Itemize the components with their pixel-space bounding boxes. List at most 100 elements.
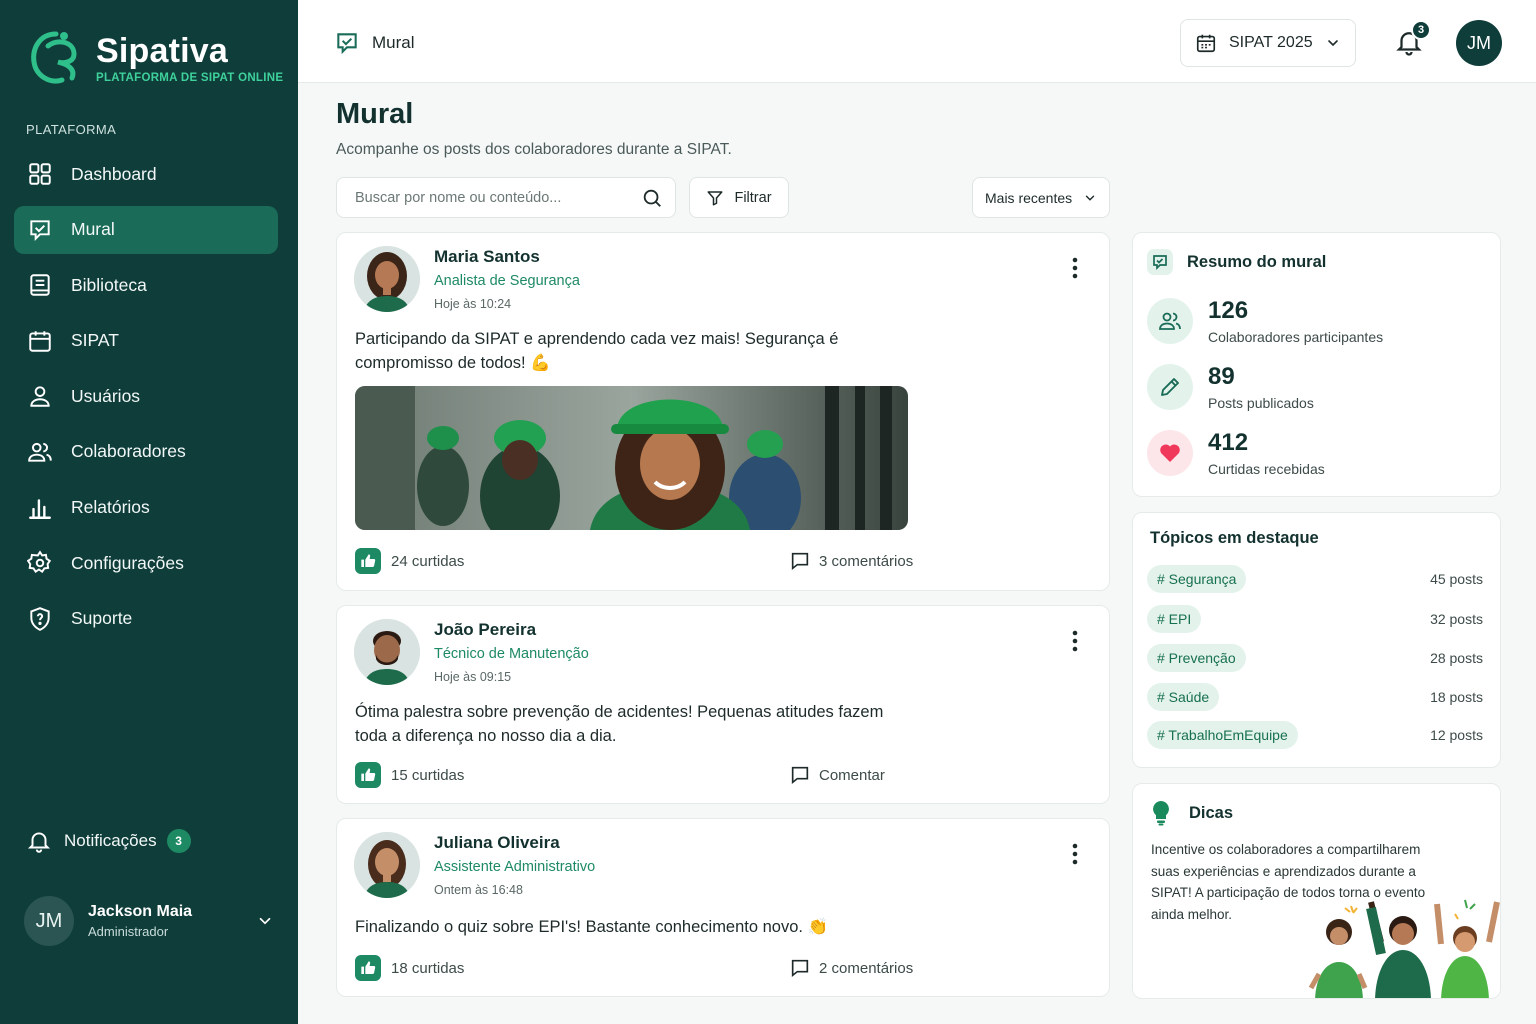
sipat-edition-select[interactable]: SIPAT 2025 — [1180, 19, 1356, 67]
post-image[interactable] — [355, 386, 908, 530]
topic-tag[interactable]: # Saúde — [1147, 683, 1220, 711]
sidebar: Sipativa PLATAFORMA DE SIPAT ONLINE PLAT… — [0, 0, 298, 1024]
stat-participants: 126 Colaboradores participantes — [1147, 297, 1383, 345]
sidebar-item-label: Biblioteca — [71, 274, 147, 295]
celebration-illustration — [1308, 899, 1500, 998]
post-card: João Pereira Técnico de Manutenção Hoje … — [336, 605, 1110, 804]
likes-count: 15 curtidas — [391, 766, 465, 784]
post-photo — [355, 386, 908, 530]
comments-button[interactable]: 2 comentários — [789, 957, 913, 979]
avatar: JM — [24, 896, 74, 946]
sort-label: Mais recentes — [985, 189, 1073, 206]
sidebar-user-menu[interactable]: JM Jackson Maia Administrador — [24, 896, 274, 946]
topic-row: # Segurança 45 posts — [1147, 565, 1483, 593]
sidebar-item-usuarios[interactable]: Usuários — [14, 372, 278, 420]
more-vertical-icon[interactable] — [1065, 628, 1085, 654]
topic-row: # TrabalhoEmEquipe 12 posts — [1147, 721, 1483, 749]
gear-icon — [27, 550, 52, 574]
sidebar-item-dashboard[interactable]: Dashboard — [14, 150, 278, 198]
filter-icon — [707, 190, 723, 205]
bar-chart-icon — [29, 498, 51, 519]
post-text: Finalizando o quiz sobre EPI's! Bastante… — [355, 918, 829, 936]
sidebar-item-relatorios[interactable]: Relatórios — [14, 484, 278, 532]
sidebar-item-label: Colaboradores — [71, 441, 186, 462]
topic-tag[interactable]: # Prevenção — [1147, 644, 1246, 672]
comments-count: 2 comentários — [819, 959, 914, 977]
topic-tag[interactable]: # TrabalhoEmEquipe — [1147, 721, 1298, 749]
summary-card: Resumo do mural 126 Colaboradores partic… — [1132, 232, 1501, 497]
avatar-photo — [354, 832, 420, 898]
chevron-down-icon — [1328, 40, 1338, 47]
more-vertical-icon[interactable] — [1065, 841, 1085, 867]
sidebar-item-label: Dashboard — [71, 163, 157, 184]
stat-icon-wrap — [1147, 298, 1193, 344]
sidebar-notifications[interactable]: Notificações 3 — [26, 828, 191, 854]
like-button[interactable]: 18 curtidas — [355, 955, 464, 981]
stat-value: 126 — [1208, 297, 1249, 324]
user-name: Jackson Maia — [88, 903, 193, 920]
like-button[interactable]: 15 curtidas — [355, 762, 464, 788]
post-author[interactable]: Maria Santos — [434, 247, 540, 267]
topic-count: 28 posts — [1430, 650, 1483, 666]
like-button[interactable]: 24 curtidas — [355, 548, 464, 574]
more-vertical-icon[interactable] — [1065, 255, 1085, 281]
summary-title-label: Resumo do mural — [1187, 252, 1327, 271]
sidebar-item-configuracoes[interactable]: Configurações — [14, 539, 278, 587]
like-icon-wrap — [355, 548, 381, 574]
likes-count: 24 curtidas — [391, 552, 465, 570]
search-input[interactable] — [355, 189, 641, 206]
likes-count: 18 curtidas — [391, 959, 465, 977]
topic-tag[interactable]: # Segurança — [1147, 565, 1247, 593]
mural-icon — [30, 219, 50, 241]
calendar-icon — [29, 331, 51, 352]
bell-count-badge: 3 — [1411, 20, 1431, 40]
filter-button[interactable]: Filtrar — [689, 177, 789, 218]
search-box — [336, 177, 676, 218]
sidebar-item-suporte[interactable]: Suporte — [14, 595, 278, 643]
users-icon — [28, 442, 52, 462]
chevron-down-icon — [1085, 195, 1095, 201]
post-timestamp: Hoje às 09:15 — [434, 670, 512, 684]
author-avatar[interactable] — [354, 619, 420, 685]
post-author[interactable]: João Pereira — [434, 620, 536, 640]
sidebar-item-biblioteca[interactable]: Biblioteca — [14, 261, 278, 309]
search-icon[interactable] — [641, 187, 663, 209]
dashboard-icon — [29, 163, 51, 185]
like-icon-wrap — [355, 762, 381, 788]
comment-button[interactable]: Comentar — [789, 764, 885, 786]
sidebar-item-label: Relatórios — [71, 497, 150, 518]
sidebar-item-sipat[interactable]: SIPAT — [14, 317, 278, 365]
notifications-count-badge: 3 — [166, 829, 191, 853]
brand[interactable]: Sipativa PLATAFORMA DE SIPAT ONLINE — [28, 28, 283, 88]
brand-name: Sipativa — [96, 32, 228, 70]
avatar[interactable]: JM — [1456, 20, 1502, 66]
post-card: Juliana Oliveira Assistente Administrati… — [336, 818, 1110, 997]
tips-title: Dicas — [1149, 800, 1233, 826]
page-title: Mural — [336, 98, 414, 130]
topic-row: # Prevenção 28 posts — [1147, 644, 1483, 672]
sidebar-item-mural[interactable]: Mural — [14, 205, 278, 254]
author-avatar[interactable] — [354, 246, 420, 312]
topic-tag[interactable]: # EPI — [1147, 605, 1202, 633]
chevron-down-icon — [259, 917, 271, 925]
comment-label: Comentar — [819, 766, 885, 784]
author-avatar[interactable] — [354, 832, 420, 898]
library-icon — [30, 274, 50, 296]
post-timestamp: Ontem às 16:48 — [434, 883, 523, 897]
brand-tagline: PLATAFORMA DE SIPAT ONLINE — [96, 72, 284, 84]
post-text: Ótima palestra sobre prevenção de aciden… — [355, 703, 884, 745]
comments-button[interactable]: 3 comentários — [789, 550, 913, 572]
sidebar-item-colaboradores[interactable]: Colaboradores — [14, 428, 278, 476]
tips-title-label: Dicas — [1189, 803, 1234, 822]
post-author[interactable]: Juliana Oliveira — [434, 833, 560, 853]
breadcrumb: Mural — [334, 30, 415, 56]
topics-title: Tópicos em destaque — [1150, 529, 1319, 547]
tips-card: Dicas Incentive os colaboradores a compa… — [1132, 783, 1501, 999]
sidebar-item-label: Usuários — [71, 385, 141, 406]
comment-icon — [791, 552, 809, 571]
thumbs-up-icon — [361, 768, 376, 781]
mural-icon — [1147, 249, 1173, 275]
sort-select[interactable]: Mais recentes — [972, 177, 1110, 218]
brand-logo-icon — [31, 31, 77, 84]
pencil-icon — [1161, 378, 1179, 396]
